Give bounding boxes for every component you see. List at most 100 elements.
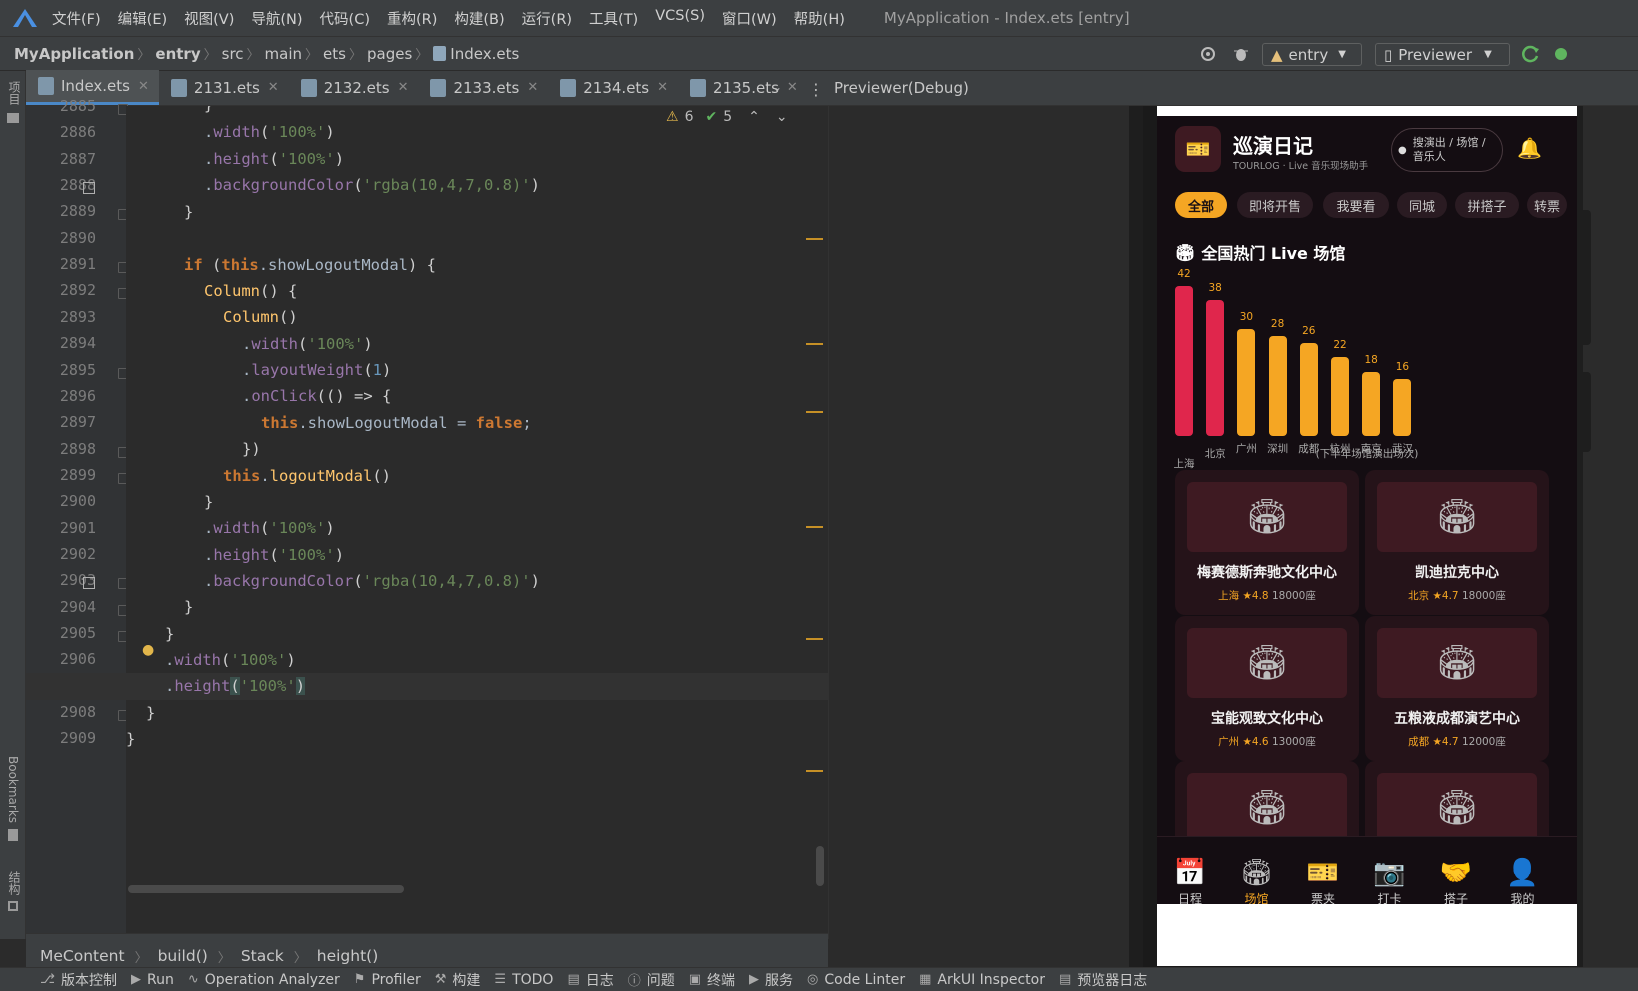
nav-item-0[interactable]: 📅 日程 — [1160, 856, 1220, 907]
filter-tab[interactable]: 转票 — [1527, 192, 1567, 218]
nav-item-4[interactable]: 🤝 搭子 — [1426, 856, 1486, 907]
menu-item[interactable]: 帮助(H) — [794, 8, 845, 29]
color-swatch-icon[interactable] — [83, 182, 95, 195]
tool-window-button[interactable]: ▶ 服务 — [749, 970, 793, 990]
menu-item[interactable]: 重构(R) — [387, 8, 437, 29]
menu-item[interactable]: 文件(F) — [52, 8, 101, 29]
tool-icon: ◎ — [807, 972, 819, 987]
breadcrumb-item[interactable]: ets — [323, 45, 346, 63]
filter-tab[interactable]: 我要看 — [1323, 192, 1389, 218]
tool-window-button[interactable]: ☰ TODO — [494, 972, 553, 988]
venue-card[interactable]: 🏟 宝能观致文化中心 广州 ★4.6 13000座 — [1175, 616, 1359, 761]
nav-item-3[interactable]: 📷 打卡 — [1360, 856, 1420, 907]
menu-item[interactable]: 构建(B) — [454, 8, 504, 29]
nav-item-1[interactable]: 🏟 场馆 — [1227, 856, 1287, 907]
breadcrumb-item[interactable]: MyApplication — [14, 45, 134, 63]
tool-window-button[interactable]: ▤ 日志 — [567, 970, 613, 990]
chevron-down-icon[interactable]: ⌄ — [776, 109, 788, 125]
breadcrumb-item[interactable]: Index.ets — [433, 45, 519, 63]
menu-item[interactable]: 编辑(E) — [118, 8, 167, 29]
tool-window-button[interactable]: ⓘ 问题 — [628, 970, 675, 990]
nav-item-2[interactable]: 🎫 票夹 — [1293, 856, 1353, 907]
tool-icon: ▤ — [567, 972, 580, 987]
structure-crumb[interactable]: Stack — [241, 947, 284, 965]
horizontal-scrollbar[interactable] — [128, 885, 404, 893]
project-tool-button[interactable]: 项目 — [6, 81, 23, 105]
code-editor[interactable]: } .width('100%') .height('100%') .backgr… — [126, 106, 828, 933]
tab-2135[interactable]: 2135.ets ✕ — [678, 70, 808, 105]
menu-item[interactable]: 导航(N) — [251, 8, 302, 29]
menu-item[interactable]: VCS(S) — [655, 8, 705, 29]
vertical-scrollbar[interactable] — [816, 846, 824, 886]
venue-card[interactable]: 🏟 凯迪拉克中心 北京 ★4.7 18000座 — [1365, 470, 1549, 615]
more-icon[interactable]: ⋮ — [808, 80, 824, 99]
menu-item[interactable]: 代码(C) — [320, 8, 370, 29]
close-icon[interactable]: ✕ — [138, 79, 149, 94]
color-swatch-icon[interactable] — [83, 577, 95, 590]
previewer-header: Previewer(Debug) — [828, 71, 1638, 106]
bell-icon[interactable]: 🔔 — [1517, 136, 1542, 160]
breadcrumb-item[interactable]: main — [265, 45, 302, 63]
refresh-icon[interactable] — [1522, 45, 1540, 63]
tab-2134[interactable]: 2134.ets ✕ — [548, 70, 678, 105]
menu-item[interactable]: 工具(T) — [589, 8, 638, 29]
tool-window-button[interactable]: ▶ Run — [131, 972, 174, 988]
tab-2133[interactable]: 2133.ets ✕ — [418, 70, 548, 105]
bottom-tool-bar: ⎇ 版本控制 ▶ Run ∿ Operation Analyzer ⚑ Profiler ⚒ 构建… — [0, 967, 1638, 991]
tool-window-button[interactable]: ⚑ Profiler — [354, 972, 421, 988]
close-icon[interactable]: ✕ — [398, 80, 409, 95]
nav-item-5[interactable]: 👤 我的 — [1493, 856, 1553, 907]
stadium-icon: 🏟 — [1377, 482, 1537, 552]
breadcrumb-item[interactable]: src — [222, 45, 244, 63]
device-selector[interactable]: ▯ Previewer ▼ — [1375, 43, 1510, 66]
tool-window-button[interactable]: ▣ 终端 — [689, 970, 735, 990]
bar-value-label: 28 — [1270, 318, 1285, 330]
filter-tab[interactable]: 全部 — [1175, 192, 1227, 218]
tool-window-button[interactable]: ▦ ArkUI Inspector — [919, 972, 1045, 988]
chevron-right-icon: 〉 — [246, 48, 260, 63]
settings-icon[interactable] — [1552, 45, 1570, 63]
tool-window-button[interactable]: ◎ Code Linter — [807, 972, 905, 988]
module-selector[interactable]: ▲ entry ▼ — [1262, 43, 1362, 66]
structure-crumb[interactable]: MeContent — [40, 947, 125, 965]
filter-tab[interactable]: 同城 — [1397, 192, 1447, 218]
tool-window-button[interactable]: ⎇ 版本控制 — [40, 970, 117, 990]
lightbulb-icon[interactable]: ● — [142, 642, 154, 658]
calendar-icon: 📅 — [1173, 858, 1207, 888]
structure-crumb[interactable]: height() — [317, 947, 379, 965]
menu-item[interactable]: 视图(V) — [184, 8, 234, 29]
close-icon[interactable]: ✕ — [527, 80, 538, 95]
search-input[interactable]: ● 搜演出 / 场馆 / 音乐人 — [1391, 128, 1503, 172]
bookmarks-tool-button[interactable]: Bookmarks — [6, 756, 20, 823]
tab-2132[interactable]: 2132.ets ✕ — [289, 70, 419, 105]
line-number: 2886 — [59, 123, 96, 142]
close-icon[interactable]: ✕ — [657, 80, 668, 95]
venue-card[interactable]: 🏟 梅赛德斯奔驰文化中心 上海 ★4.8 18000座 — [1175, 470, 1359, 615]
stadium-icon: 🏟 — [1187, 628, 1347, 698]
filter-tab[interactable]: 拼搭子 — [1455, 192, 1519, 218]
close-icon[interactable]: ✕ — [268, 80, 279, 95]
line-number: 2902 — [59, 544, 96, 563]
tab-2131[interactable]: 2131.ets ✕ — [159, 70, 289, 105]
venue-card[interactable]: 🏟 五粮液成都演艺中心 成都 ★4.7 12000座 — [1365, 616, 1549, 761]
close-icon[interactable]: ✕ — [787, 80, 798, 95]
venue-name: 梅赛德斯奔驰文化中心 — [1197, 565, 1337, 581]
tool-window-button[interactable]: ∿ Operation Analyzer — [188, 972, 340, 988]
tool-window-button[interactable]: ▤ 预览器日志 — [1059, 970, 1147, 990]
structure-crumb[interactable]: build() — [158, 947, 208, 965]
tool-window-button[interactable]: ⚒ 构建 — [435, 970, 481, 990]
target-icon[interactable] — [1199, 45, 1217, 63]
inspection-widget[interactable]: ⚠ 6 ✔ 5 ⌃ ⌄ — [666, 109, 788, 125]
section-title: 🏟 全国热门 Live 场馆 — [1175, 242, 1346, 264]
menu-item[interactable]: 运行(R) — [522, 8, 572, 29]
venue-name: 宝能观致文化中心 — [1211, 711, 1323, 727]
breadcrumb-item[interactable]: entry — [155, 45, 200, 63]
filter-tab[interactable]: 即将开售 — [1237, 192, 1313, 218]
structure-tool-button[interactable]: 结构 — [6, 871, 23, 895]
breadcrumb-item[interactable]: pages — [367, 45, 412, 63]
tabs-overflow-icon[interactable]: ⌄ — [772, 80, 782, 94]
bug-icon[interactable] — [1232, 45, 1250, 63]
chevron-up-icon[interactable]: ⌃ — [748, 109, 760, 125]
bar-value-label: 22 — [1333, 339, 1347, 352]
menu-item[interactable]: 窗口(W) — [722, 8, 777, 29]
